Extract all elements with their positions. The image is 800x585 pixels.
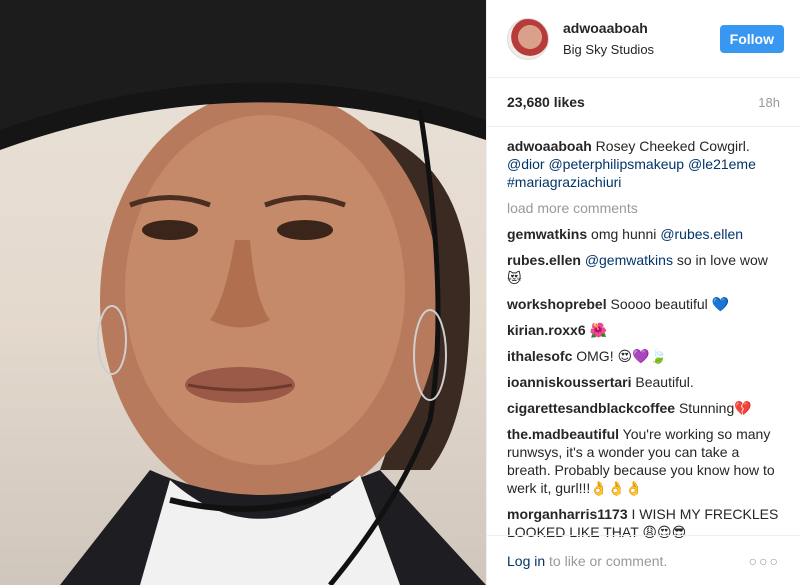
post-photo xyxy=(0,0,486,585)
comment-text: Soooo beautiful 💙 xyxy=(606,296,730,312)
avatar[interactable] xyxy=(507,17,549,60)
post-stats: 23,680 likes 18h xyxy=(487,78,800,127)
load-more-comments[interactable]: load more comments xyxy=(507,199,780,217)
post-time[interactable]: 18h xyxy=(758,95,780,110)
post-header: adwoaaboah Big Sky Studios Follow xyxy=(487,0,800,78)
author-username[interactable]: adwoaaboah xyxy=(563,20,720,36)
list-item: kirian.roxx6 🌺 xyxy=(507,321,780,339)
login-prompt: Log in to like or comment. xyxy=(507,553,667,569)
list-item: ioanniskoussertari Beautiful. xyxy=(507,373,780,391)
post-footer: Log in to like or comment. ○○○ xyxy=(487,535,800,585)
comment-text: omg hunni xyxy=(587,226,661,242)
caption-text: Rosey Cheeked Cowgirl. xyxy=(591,138,750,154)
comment-username[interactable]: rubes.ellen xyxy=(507,252,581,268)
comment-username[interactable]: ioanniskoussertari xyxy=(507,374,632,390)
caption-username[interactable]: adwoaaboah xyxy=(507,138,592,154)
comment-username[interactable]: morganharris1173 xyxy=(507,506,628,522)
comment-text: OMG! 😍💜🍃 xyxy=(572,348,667,364)
comment-text: 🌺 xyxy=(585,322,607,338)
comments-list: adwoaaboah Rosey Cheeked Cowgirl. @dior … xyxy=(487,127,800,541)
more-options-icon[interactable]: ○○○ xyxy=(749,553,780,569)
comment-username[interactable]: cigarettesandblackcoffee xyxy=(507,400,675,416)
list-item: workshoprebel Soooo beautiful 💙 xyxy=(507,295,780,313)
list-item: rubes.ellen @gemwatkins so in love wow 😻 xyxy=(507,251,780,287)
author-info: adwoaaboah Big Sky Studios xyxy=(563,20,720,57)
comment-text: Beautiful. xyxy=(631,374,694,390)
list-item: gemwatkins omg hunni @rubes.ellen xyxy=(507,225,780,243)
comment-username[interactable]: ithalesofc xyxy=(507,348,572,364)
login-link[interactable]: Log in xyxy=(507,553,545,569)
caption: adwoaaboah Rosey Cheeked Cowgirl. @dior … xyxy=(507,137,780,191)
post-details-panel: adwoaaboah Big Sky Studios Follow 23,680… xyxy=(486,0,800,585)
comment-text: Stunning💔 xyxy=(675,400,752,416)
comment-mention[interactable]: @rubes.ellen xyxy=(660,226,743,242)
post-location[interactable]: Big Sky Studios xyxy=(563,42,720,57)
list-item: ithalesofc OMG! 😍💜🍃 xyxy=(507,347,780,365)
comment-username[interactable]: gemwatkins xyxy=(507,226,587,242)
list-item: the.madbeautiful You're working so many … xyxy=(507,425,780,497)
comment-mention[interactable]: @gemwatkins xyxy=(585,252,673,268)
caption-tags[interactable]: @dior @peterphilipsmakeup @le21eme #mari… xyxy=(507,156,756,190)
comment-username[interactable]: workshoprebel xyxy=(507,296,607,312)
list-item: cigarettesandblackcoffee Stunning💔 xyxy=(507,399,780,417)
likes-count[interactable]: 23,680 likes xyxy=(507,94,585,110)
comment-username[interactable]: the.madbeautiful xyxy=(507,426,619,442)
portrait-illustration xyxy=(0,0,486,585)
comment-username[interactable]: kirian.roxx6 xyxy=(507,322,586,338)
login-prompt-text: to like or comment. xyxy=(545,552,668,569)
follow-button[interactable]: Follow xyxy=(719,24,784,53)
